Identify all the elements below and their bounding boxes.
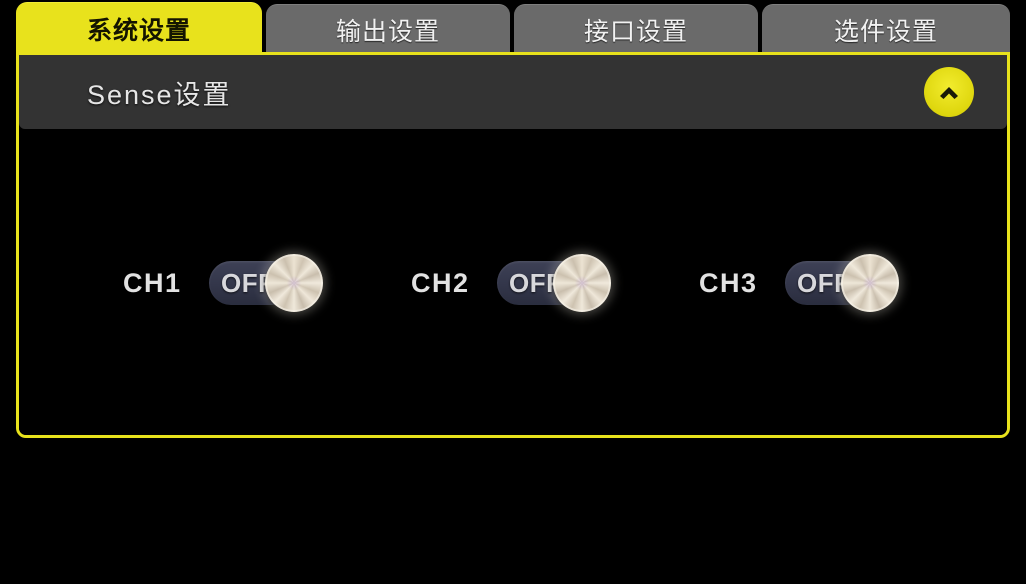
panel-body: CH1 OFF CH2 OFF CH3 OFF	[19, 129, 1007, 435]
tab-label: 接口设置	[584, 12, 688, 48]
sense-row-ch3: CH3 OFF	[699, 261, 887, 305]
sense-row-label: CH2	[411, 268, 497, 299]
toggle-knob[interactable]	[841, 254, 899, 312]
tab-system-settings[interactable]: 系统设置	[16, 2, 262, 55]
chevron-up-icon[interactable]	[924, 67, 974, 117]
tab-options-settings[interactable]: 选件设置	[762, 4, 1010, 55]
sense-row-label: CH1	[123, 268, 209, 299]
tab-label: 系统设置	[87, 11, 191, 47]
tab-output-settings[interactable]: 输出设置	[266, 4, 510, 55]
sense-toggle-ch3[interactable]: OFF	[785, 261, 887, 305]
instrument-screen: 系统设置 输出设置 接口设置 选件设置 Sense设置 CH1 OFF	[0, 0, 1026, 584]
sense-row-label: CH3	[699, 268, 785, 299]
tab-label: 输出设置	[336, 12, 440, 48]
sense-toggle-ch1[interactable]: OFF	[209, 261, 311, 305]
toggle-knob[interactable]	[265, 254, 323, 312]
bottom-status-bar: 0.000V 0.00V 0.000A 0.10A OVP OCP 0.000V…	[0, 442, 1026, 584]
panel-title: Sense设置	[87, 73, 232, 112]
sense-row-ch2: CH2 OFF	[411, 261, 599, 305]
sense-toggle-ch2[interactable]: OFF	[497, 261, 599, 305]
toggle-knob[interactable]	[553, 254, 611, 312]
sense-row-ch1: CH1 OFF	[123, 261, 311, 305]
settings-tab-bar: 系统设置 输出设置 接口设置 选件设置	[0, 0, 1026, 55]
tab-label: 选件设置	[834, 12, 938, 48]
tab-interface-settings[interactable]: 接口设置	[514, 4, 758, 55]
sense-settings-panel: Sense设置 CH1 OFF CH2 OFF	[16, 52, 1010, 438]
panel-header: Sense设置	[19, 55, 1007, 129]
